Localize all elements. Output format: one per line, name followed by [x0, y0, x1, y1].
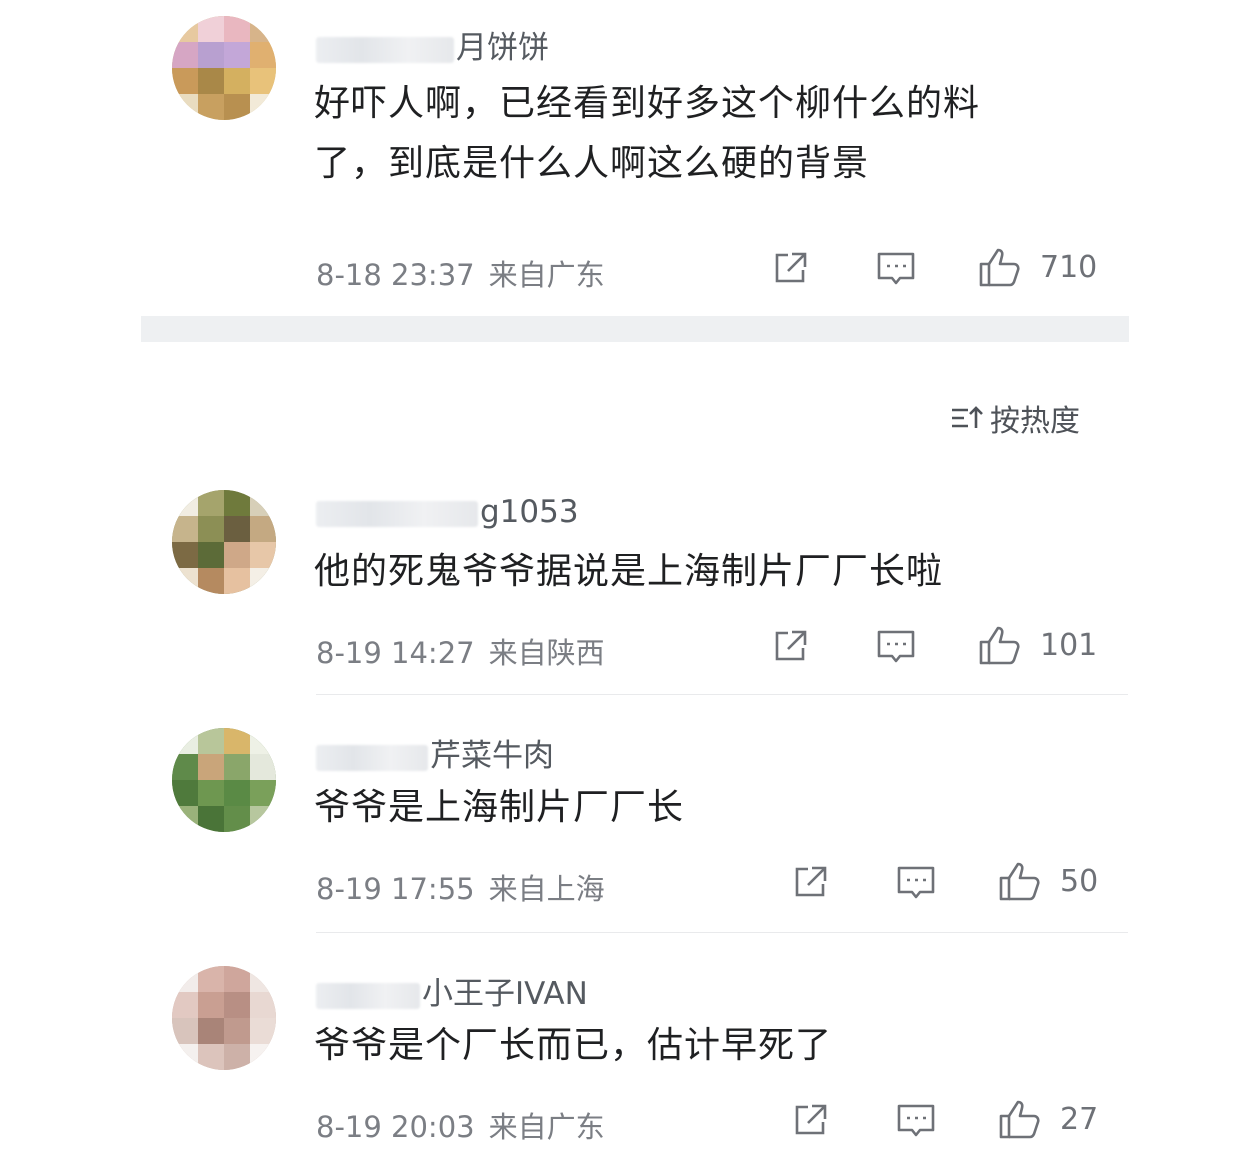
sort-label: 按热度: [990, 404, 1080, 439]
username[interactable]: 小王子IVAN: [316, 968, 588, 1013]
redacted-name: [316, 744, 428, 771]
comment-button[interactable]: [876, 628, 916, 666]
comment-button[interactable]: [896, 1102, 936, 1140]
location: 来自广东: [488, 258, 605, 292]
timestamp: 8-19 14:27: [316, 636, 475, 670]
avatar[interactable]: [172, 490, 276, 594]
like-count: 710: [1040, 249, 1098, 285]
comment-separator: [316, 694, 1128, 695]
location: 来自上海: [488, 872, 605, 906]
like-button[interactable]: 50: [998, 860, 1098, 902]
timestamp: 8-19 17:55: [316, 872, 475, 906]
share-icon: [795, 1104, 827, 1135]
comment-icon: [877, 252, 915, 285]
comment-text: 他的死鬼爷爷据说是上海制片厂厂长啦: [314, 542, 943, 602]
username-text: 月饼饼: [456, 30, 549, 66]
share-icon: [795, 866, 827, 897]
timestamp: 8-19 20:03: [316, 1110, 475, 1144]
username-text: 芹菜牛肉: [430, 738, 554, 774]
comment-line: 好吓人啊，已经看到好多这个柳什么的料: [314, 83, 981, 124]
sort-toggle[interactable]: 按热度: [950, 396, 1080, 440]
timestamp: 8-18 23:37: [316, 258, 475, 292]
comment-line: 他的死鬼爷爷据说是上海制片厂厂长啦: [314, 551, 944, 592]
share-button[interactable]: [792, 864, 830, 900]
comment-meta: 8-19 14:27 来自陕西: [316, 630, 605, 672]
comment-separator: [316, 932, 1128, 933]
avatar[interactable]: [172, 966, 276, 1070]
username[interactable]: 月饼饼: [316, 22, 549, 67]
comment-text: 好吓人啊，已经看到好多这个柳什么的料 了，到底是什么人啊这么硬的背景: [314, 74, 980, 194]
comment-line: 了，到底是什么人啊这么硬的背景: [314, 143, 870, 184]
comment-icon: [897, 866, 935, 899]
like-button[interactable]: 101: [978, 624, 1097, 666]
like-button[interactable]: 710: [978, 246, 1097, 288]
redacted-name: [316, 36, 454, 63]
username-text: 小王子IVAN: [422, 976, 588, 1012]
share-icon: [775, 630, 807, 661]
share-icon: [775, 252, 807, 283]
avatar[interactable]: [172, 728, 276, 832]
comment-text: 爷爷是个厂长而已，估计早死了: [314, 1016, 832, 1076]
comment-icon: [877, 630, 915, 663]
comment-button[interactable]: [896, 864, 936, 902]
share-button[interactable]: [792, 1102, 830, 1138]
like-icon: [979, 626, 1020, 665]
avatar[interactable]: [172, 16, 276, 120]
like-button[interactable]: 27: [998, 1098, 1098, 1140]
location: 来自陕西: [488, 636, 605, 670]
redacted-name: [316, 500, 478, 527]
comment-meta: 8-19 20:03 来自广东: [316, 1104, 605, 1146]
like-count: 101: [1040, 627, 1098, 663]
share-button[interactable]: [772, 250, 810, 286]
like-icon: [979, 248, 1020, 287]
like-icon: [999, 862, 1040, 901]
comment-meta: 8-19 17:55 来自上海: [316, 866, 605, 908]
location: 来自广东: [488, 1110, 605, 1144]
username[interactable]: 芹菜牛肉: [316, 730, 554, 775]
like-count: 27: [1060, 1101, 1099, 1137]
comment-text: 爷爷是上海制片厂厂长: [314, 778, 684, 838]
redacted-name: [316, 982, 420, 1009]
comment-icon: [897, 1104, 935, 1137]
comment-button[interactable]: [876, 250, 916, 288]
like-icon: [999, 1100, 1040, 1139]
sort-icon: [952, 406, 983, 428]
share-button[interactable]: [772, 628, 810, 664]
section-divider: [141, 316, 1129, 342]
comment-line: 爷爷是个厂长而已，估计早死了: [314, 1025, 833, 1066]
like-count: 50: [1060, 863, 1099, 899]
comment-meta: 8-18 23:37 来自广东: [316, 252, 605, 294]
username-text: g1053: [480, 494, 579, 530]
comment-line: 爷爷是上海制片厂厂长: [314, 787, 685, 828]
username[interactable]: g1053: [316, 494, 579, 530]
